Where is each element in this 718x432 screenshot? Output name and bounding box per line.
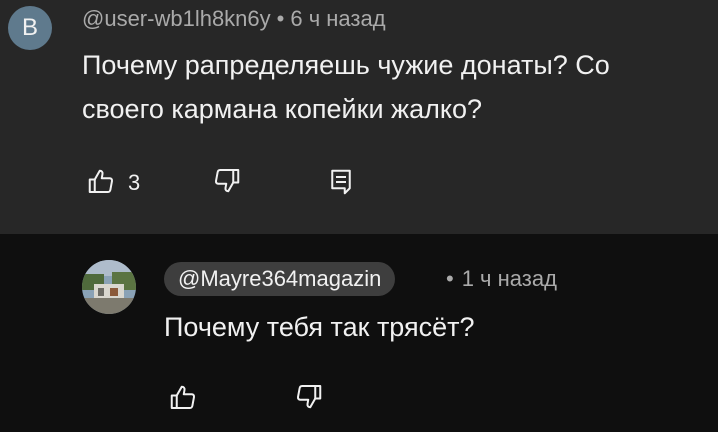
dislike-button[interactable] [210,163,244,197]
author-handle-chip[interactable]: @Mayre364magazin [164,262,396,296]
comment-text-line-2: своего кармана копейки жалко? [82,94,483,124]
meta-separator: • [276,6,285,31]
comments-thread: B @user-wb1lh8kn6y • 6 ч назад Почему рапр… [0,0,718,432]
reply-button[interactable] [324,165,358,199]
avatar-photo-icon [82,260,136,314]
reply-meta: • 1 ч назад [446,266,557,292]
thumb-up-icon [170,385,196,409]
author-handle[interactable]: @user-wb1lh8kn6y [82,6,271,31]
comment-text-line-1: Почему рапределяешь чужие донаты? Со [82,50,610,80]
avatar[interactable] [82,260,136,314]
avatar[interactable]: B [8,6,52,50]
thumb-up-icon [88,169,114,193]
like-button[interactable] [166,381,200,415]
comment-time: 6 ч назад [290,6,386,31]
comment-meta: @user-wb1lh8kn6y • 6 ч назад [82,6,386,32]
dislike-button[interactable] [292,379,326,413]
like-button[interactable] [84,165,118,199]
reply-text: Почему тебя так трясёт? [164,312,475,342]
thumb-down-icon [214,169,240,193]
reply-time: 1 ч назад [461,266,557,291]
reply-comment-icon [331,169,351,195]
like-count: 3 [128,170,141,195]
comment: B @user-wb1lh8kn6y • 6 ч назад Почему рапр… [0,0,718,234]
thumb-down-icon [296,385,322,409]
meta-separator: • [446,266,454,291]
